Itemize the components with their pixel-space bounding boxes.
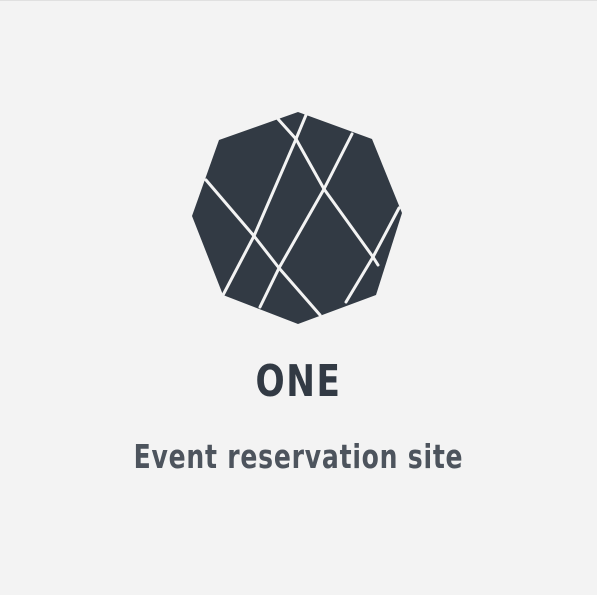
faceted-octagon-gem-icon	[192, 112, 402, 324]
logo	[192, 112, 404, 324]
top-border-line	[0, 0, 597, 1]
brand-name: ONE	[255, 356, 342, 407]
tagline: Event reservation site	[133, 437, 464, 476]
